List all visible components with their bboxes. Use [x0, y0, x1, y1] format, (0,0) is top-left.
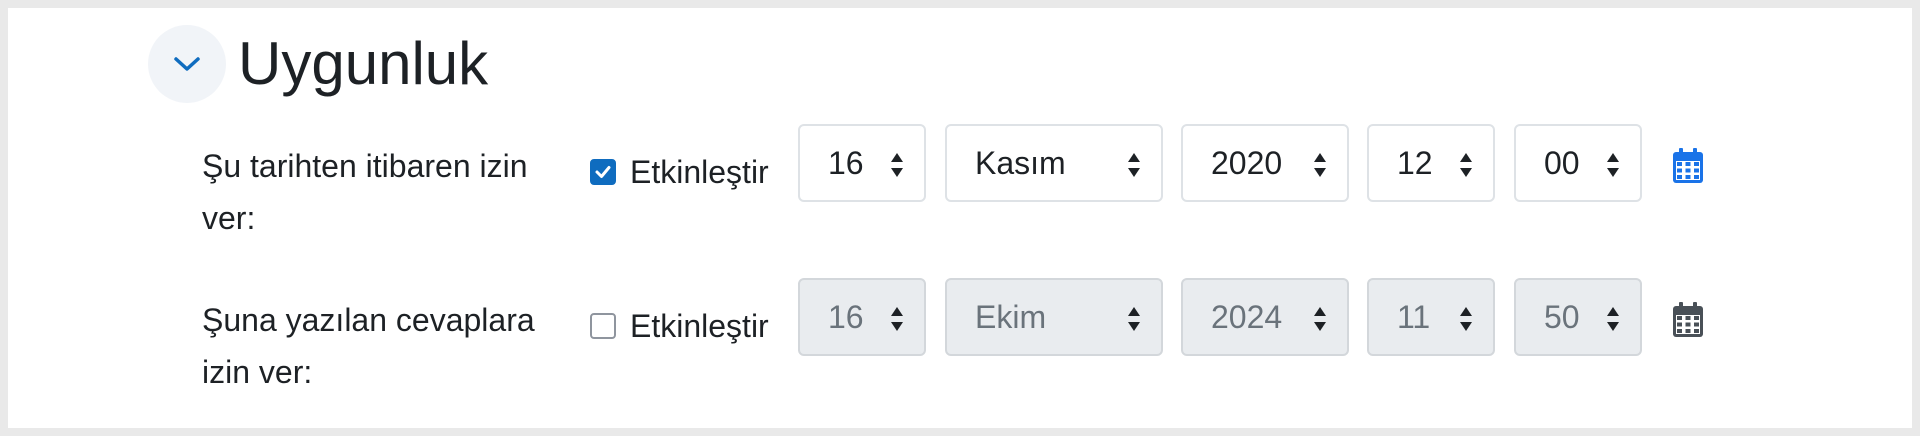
month-value: Kasım — [975, 145, 1066, 181]
hour-value: 11 — [1397, 299, 1431, 335]
sort-arrows-icon — [1314, 307, 1326, 331]
sort-arrows-icon — [1460, 153, 1472, 177]
sort-arrows-icon — [1607, 307, 1619, 331]
section-title: Uygunluk — [238, 30, 489, 97]
sort-arrows-icon — [1607, 153, 1619, 177]
sort-arrows-icon — [1314, 153, 1326, 177]
available-from-label: Şu tarihten itibaren izin ver: — [202, 148, 528, 236]
available-from-enable-label: Etkinleştir — [630, 154, 769, 190]
collapse-toggle-button[interactable] — [148, 25, 226, 103]
available-from-calendar-button[interactable] — [1672, 148, 1704, 189]
available-from-hour-select[interactable]: 12 — [1367, 124, 1495, 202]
cutoff-minute-select[interactable]: 50 — [1514, 278, 1642, 356]
cutoff-checkbox[interactable] — [590, 313, 616, 339]
sort-arrows-icon — [1460, 307, 1472, 331]
sort-arrows-icon — [891, 307, 903, 331]
cutoff-enable-label: Etkinleştir — [630, 308, 769, 344]
section-header: Uygunluk — [148, 24, 488, 104]
year-value: 2024 — [1211, 299, 1283, 335]
check-icon — [595, 166, 611, 178]
cutoff-month-select[interactable]: Ekim — [945, 278, 1163, 356]
sort-arrows-icon — [1128, 307, 1140, 331]
day-value: 16 — [828, 299, 864, 335]
available-from-day-select[interactable]: 16 — [798, 124, 926, 202]
cutoff-day-select[interactable]: 16 — [798, 278, 926, 356]
sort-arrows-icon — [891, 153, 903, 177]
available-from-year-select[interactable]: 2020 — [1181, 124, 1349, 202]
hour-value: 12 — [1397, 145, 1433, 181]
minute-value: 50 — [1544, 299, 1580, 335]
calendar-icon — [1673, 148, 1703, 183]
cutoff-label: Şuna yazılan cevaplara izin ver: — [202, 302, 535, 390]
cutoff-enable[interactable]: Etkinleştir — [590, 306, 769, 346]
availability-panel: Uygunluk Şu tarihten itibaren izin ver: … — [8, 8, 1912, 428]
sort-arrows-icon — [1128, 153, 1140, 177]
available-from-enable[interactable]: Etkinleştir — [590, 152, 769, 192]
cutoff-calendar-button[interactable] — [1672, 302, 1704, 343]
month-value: Ekim — [975, 299, 1047, 335]
cutoff-year-select[interactable]: 2024 — [1181, 278, 1349, 356]
year-value: 2020 — [1211, 145, 1283, 181]
available-from-minute-select[interactable]: 00 — [1514, 124, 1642, 202]
available-from-checkbox[interactable] — [590, 159, 616, 185]
cutoff-hour-select[interactable]: 11 — [1367, 278, 1495, 356]
calendar-icon — [1673, 302, 1703, 337]
day-value: 16 — [828, 145, 864, 181]
available-from-month-select[interactable]: Kasım — [945, 124, 1163, 202]
minute-value: 00 — [1544, 145, 1580, 181]
chevron-down-icon — [174, 57, 200, 71]
